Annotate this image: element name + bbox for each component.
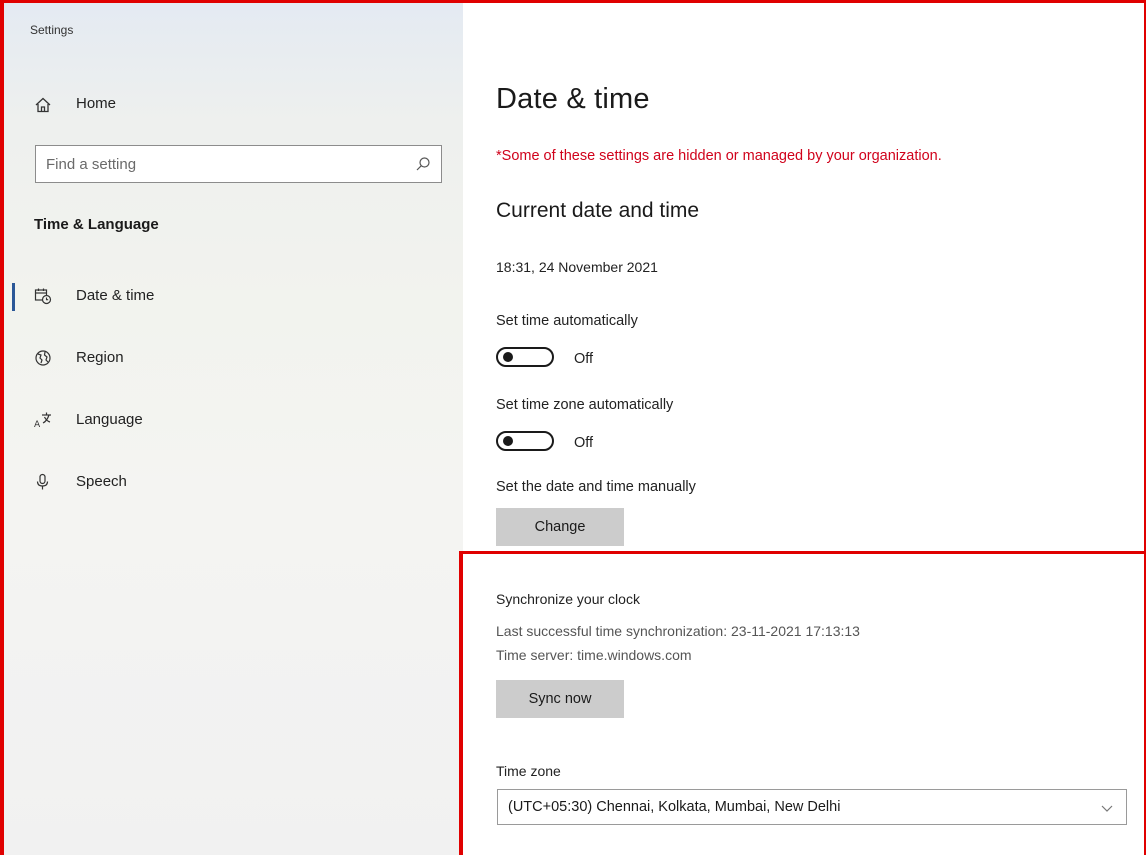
globe-icon — [34, 349, 52, 367]
search-input[interactable] — [46, 146, 386, 182]
settings-window: Settings Home Time & Language — [0, 0, 1146, 855]
microphone-icon — [34, 473, 52, 491]
toggle-knob — [503, 352, 513, 362]
main-content: Date & time *Some of these settings are … — [463, 3, 1144, 855]
search-box[interactable] — [35, 145, 442, 183]
app-title: Settings — [30, 23, 74, 37]
timezone-value: (UTC+05:30) Chennai, Kolkata, Mumbai, Ne… — [508, 799, 841, 815]
set-timezone-auto-state: Off — [574, 435, 594, 451]
set-timezone-auto-toggle[interactable] — [496, 431, 560, 453]
set-time-auto-state: Off — [574, 351, 594, 367]
sync-now-button[interactable]: Sync now — [496, 680, 624, 718]
active-indicator — [12, 283, 15, 311]
sidebar-item-region[interactable]: Region — [4, 337, 463, 381]
sidebar-item-speech[interactable]: Speech — [4, 461, 463, 505]
home-icon — [34, 96, 52, 114]
svg-text:A: A — [34, 420, 41, 429]
managed-notice: *Some of these settings are hidden or ma… — [496, 148, 942, 164]
sidebar-item-label: Language — [76, 411, 143, 428]
sidebar-item-language[interactable]: A Language — [4, 399, 463, 443]
page-title: Date & time — [496, 83, 650, 115]
sidebar-item-label: Speech — [76, 473, 127, 490]
calendar-clock-icon — [34, 287, 52, 305]
sidebar-item-date-time[interactable]: Date & time — [4, 275, 463, 319]
language-icon: A — [34, 411, 52, 429]
sidebar: Settings Home Time & Language — [4, 3, 463, 855]
time-server-text: Time server: time.windows.com — [496, 647, 692, 663]
sidebar-home-label: Home — [76, 95, 117, 112]
change-button[interactable]: Change — [496, 508, 624, 546]
timezone-dropdown[interactable]: (UTC+05:30) Chennai, Kolkata, Mumbai, Ne… — [497, 789, 1127, 825]
sidebar-section-title: Time & Language — [34, 216, 159, 233]
sidebar-item-label: Region — [76, 349, 124, 366]
current-date-heading: Current date and time — [496, 199, 700, 222]
set-timezone-auto-label: Set time zone automatically — [496, 397, 674, 413]
sync-heading: Synchronize your clock — [496, 591, 640, 607]
timezone-label: Time zone — [496, 763, 561, 779]
sidebar-home[interactable]: Home — [4, 83, 463, 129]
sidebar-item-label: Date & time — [76, 287, 155, 304]
last-sync-text: Last successful time synchronization: 23… — [496, 623, 860, 639]
set-time-auto-label: Set time automatically — [496, 313, 638, 329]
chevron-down-icon — [1100, 801, 1114, 815]
toggle-knob — [503, 436, 513, 446]
search-icon[interactable] — [415, 156, 431, 172]
manual-datetime-label: Set the date and time manually — [496, 479, 696, 495]
set-time-auto-toggle[interactable] — [496, 347, 560, 369]
current-datetime: 18:31, 24 November 2021 — [496, 259, 658, 275]
